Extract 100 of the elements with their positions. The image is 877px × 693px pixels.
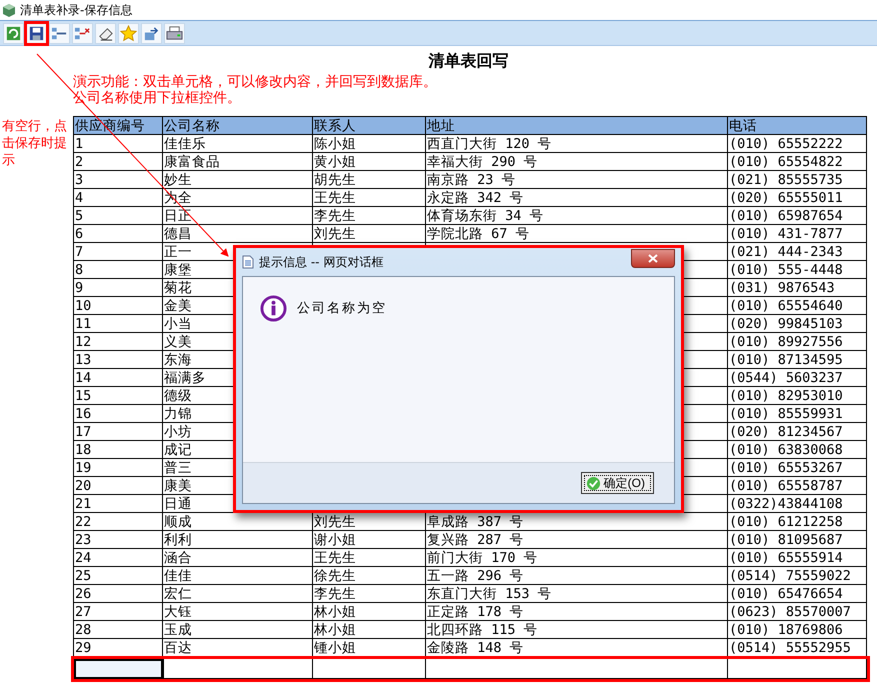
table-cell[interactable]: 28 bbox=[74, 620, 162, 638]
empty-cell[interactable] bbox=[728, 658, 866, 678]
table-cell[interactable]: 五一路 296 号 bbox=[426, 566, 728, 584]
table-cell[interactable]: 11 bbox=[74, 314, 162, 332]
table-cell[interactable]: 北四环路 115 号 bbox=[426, 620, 728, 638]
empty-cell[interactable] bbox=[426, 658, 728, 678]
table-cell[interactable]: 谢小姐 bbox=[312, 530, 426, 548]
table-cell[interactable]: 陈小姐 bbox=[312, 134, 426, 152]
table-cell[interactable]: 21 bbox=[74, 494, 162, 512]
table-cell[interactable]: 妙生 bbox=[162, 170, 312, 188]
empty-cell[interactable] bbox=[312, 658, 426, 678]
table-cell[interactable]: (0623) 85570007 bbox=[728, 602, 866, 620]
table-cell[interactable]: (0322)43844108 bbox=[728, 494, 866, 512]
table-cell[interactable]: 13 bbox=[74, 350, 162, 368]
table-cell[interactable]: 22 bbox=[74, 512, 162, 530]
table-cell[interactable]: 24 bbox=[74, 548, 162, 566]
ok-button[interactable]: 确定(O) bbox=[580, 472, 654, 494]
table-cell[interactable]: 日正 bbox=[162, 206, 312, 224]
table-cell[interactable]: (010) 65476654 bbox=[728, 584, 866, 602]
table-cell[interactable]: (010) 65987654 bbox=[728, 206, 866, 224]
table-cell[interactable]: 佳佳乐 bbox=[162, 134, 312, 152]
toolbar-button[interactable] bbox=[26, 22, 47, 44]
table-cell[interactable]: 百达 bbox=[162, 638, 312, 656]
table-cell[interactable]: (010) 63830068 bbox=[728, 440, 866, 458]
table-cell[interactable]: 南京路 23 号 bbox=[426, 170, 728, 188]
table-cell[interactable]: (010) 89927556 bbox=[728, 332, 866, 350]
column-header[interactable]: 公司名称 bbox=[162, 116, 312, 134]
table-cell[interactable]: 18 bbox=[74, 440, 162, 458]
table-cell[interactable]: 李先生 bbox=[312, 584, 426, 602]
table-cell[interactable]: 1 bbox=[74, 134, 162, 152]
table-cell[interactable]: (010) 555-4448 bbox=[728, 260, 866, 278]
table-cell[interactable]: 德昌 bbox=[162, 224, 312, 242]
table-cell[interactable]: (010) 65558787 bbox=[728, 476, 866, 494]
table-cell[interactable]: 20 bbox=[74, 476, 162, 494]
table-cell[interactable]: 大钰 bbox=[162, 602, 312, 620]
table-cell[interactable]: 5 bbox=[74, 206, 162, 224]
table-cell[interactable]: 12 bbox=[74, 332, 162, 350]
table-cell[interactable]: 体育场东街 34 号 bbox=[426, 206, 728, 224]
table-cell[interactable]: (0514) 75559022 bbox=[728, 566, 866, 584]
table-cell[interactable]: (010) 65555914 bbox=[728, 548, 866, 566]
table-cell[interactable]: 3 bbox=[74, 170, 162, 188]
table-cell[interactable]: 林小姐 bbox=[312, 602, 426, 620]
table-cell[interactable]: 7 bbox=[74, 242, 162, 260]
table-cell[interactable]: 西直门大街 120 号 bbox=[426, 134, 728, 152]
table-cell[interactable]: (021) 444-2343 bbox=[728, 242, 866, 260]
table-cell[interactable]: 利利 bbox=[162, 530, 312, 548]
table-cell[interactable]: 4 bbox=[74, 188, 162, 206]
column-header[interactable]: 地址 bbox=[426, 116, 728, 134]
table-cell[interactable]: 前门大街 170 号 bbox=[426, 548, 728, 566]
table-cell[interactable]: (010) 85559931 bbox=[728, 404, 866, 422]
table-cell[interactable]: 26 bbox=[74, 584, 162, 602]
table-cell[interactable]: (020) 81234567 bbox=[728, 422, 866, 440]
table-cell[interactable]: (010) 65553267 bbox=[728, 458, 866, 476]
table-cell[interactable]: (031) 9876543 bbox=[728, 278, 866, 296]
table-cell[interactable]: (010) 87134595 bbox=[728, 350, 866, 368]
table-cell[interactable]: 29 bbox=[74, 638, 162, 656]
table-cell[interactable]: 25 bbox=[74, 566, 162, 584]
table-cell[interactable]: 李先生 bbox=[312, 206, 426, 224]
column-header[interactable]: 联系人 bbox=[312, 116, 426, 134]
table-cell[interactable]: 复兴路 287 号 bbox=[426, 530, 728, 548]
table-cell[interactable]: 15 bbox=[74, 386, 162, 404]
table-cell[interactable]: 27 bbox=[74, 602, 162, 620]
column-header[interactable]: 供应商编号 bbox=[74, 116, 162, 134]
table-cell[interactable]: (020) 99845103 bbox=[728, 314, 866, 332]
table-cell[interactable]: 17 bbox=[74, 422, 162, 440]
table-cell[interactable]: 永定路 342 号 bbox=[426, 188, 728, 206]
table-cell[interactable]: 6 bbox=[74, 224, 162, 242]
table-cell[interactable]: (010) 65552222 bbox=[728, 134, 866, 152]
table-cell[interactable]: 锺小姐 bbox=[312, 638, 426, 656]
table-cell[interactable]: (010) 18769806 bbox=[728, 620, 866, 638]
table-cell[interactable]: (010) 65554822 bbox=[728, 152, 866, 170]
table-cell[interactable]: 23 bbox=[74, 530, 162, 548]
table-cell[interactable]: 黄小姐 bbox=[312, 152, 426, 170]
table-cell[interactable]: 14 bbox=[74, 368, 162, 386]
table-cell[interactable]: 9 bbox=[74, 278, 162, 296]
table-cell[interactable]: 王先生 bbox=[312, 188, 426, 206]
table-cell[interactable]: (010) 431-7877 bbox=[728, 224, 866, 242]
table-cell[interactable]: 佳佳 bbox=[162, 566, 312, 584]
table-cell[interactable]: 2 bbox=[74, 152, 162, 170]
table-cell[interactable]: 胡先生 bbox=[312, 170, 426, 188]
table-cell[interactable]: 10 bbox=[74, 296, 162, 314]
table-cell[interactable]: 刘先生 bbox=[312, 224, 426, 242]
table-cell[interactable]: 16 bbox=[74, 404, 162, 422]
table-cell[interactable]: 涵合 bbox=[162, 548, 312, 566]
close-button[interactable] bbox=[631, 248, 675, 268]
table-cell[interactable]: (010) 65554640 bbox=[728, 296, 866, 314]
table-cell[interactable]: 金陵路 148 号 bbox=[426, 638, 728, 656]
table-cell[interactable]: 正定路 178 号 bbox=[426, 602, 728, 620]
table-cell[interactable]: 19 bbox=[74, 458, 162, 476]
column-header[interactable]: 电话 bbox=[728, 116, 866, 134]
table-cell[interactable]: (010) 61212258 bbox=[728, 512, 866, 530]
table-cell[interactable]: 徐先生 bbox=[312, 566, 426, 584]
table-cell[interactable]: (021) 85555735 bbox=[728, 170, 866, 188]
table-cell[interactable]: 8 bbox=[74, 260, 162, 278]
table-cell[interactable]: 宏仁 bbox=[162, 584, 312, 602]
table-cell[interactable]: 康富食品 bbox=[162, 152, 312, 170]
empty-cell[interactable] bbox=[74, 658, 162, 678]
table-cell[interactable]: (020) 65555011 bbox=[728, 188, 866, 206]
table-cell[interactable]: (0544) 5603237 bbox=[728, 368, 866, 386]
table-cell[interactable]: 东直门大街 153 号 bbox=[426, 584, 728, 602]
